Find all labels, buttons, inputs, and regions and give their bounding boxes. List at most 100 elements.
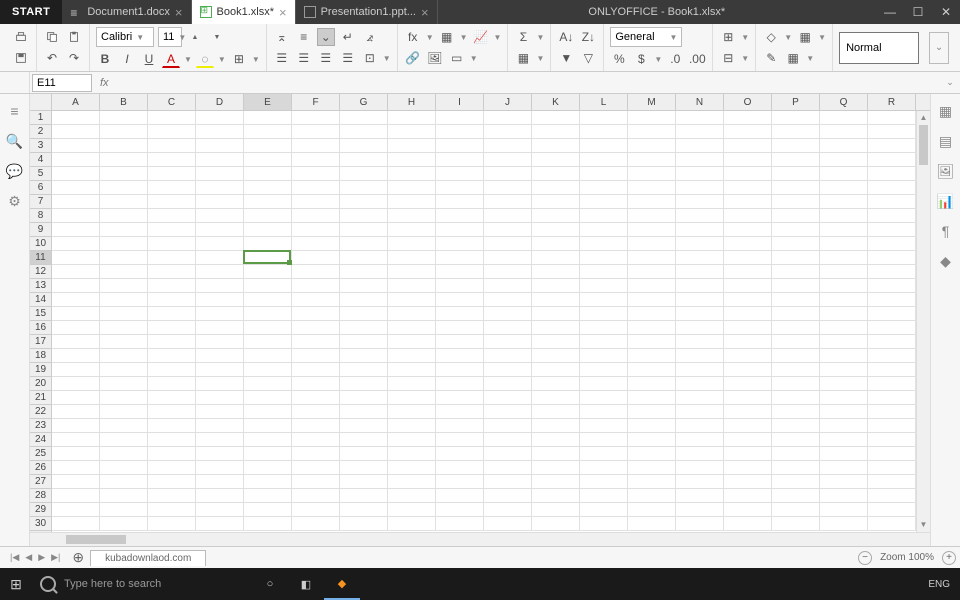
column-header[interactable]: D [196, 94, 244, 110]
first-sheet-button[interactable]: |◀ [10, 552, 19, 563]
format-table-button[interactable]: ▦ [784, 49, 802, 67]
font-name-selector[interactable]: Calibri▼ [96, 27, 154, 47]
column-header[interactable]: F [292, 94, 340, 110]
minimize-button[interactable]: — [876, 0, 904, 24]
tab-book1[interactable]: Book1.xlsx* × [192, 0, 296, 24]
column-header[interactable]: H [388, 94, 436, 110]
column-header[interactable]: C [148, 94, 196, 110]
align-center-button[interactable]: ☰ [295, 49, 313, 67]
clear-filter-button[interactable]: ▽ [579, 49, 597, 67]
format-button[interactable]: ▦ [796, 28, 814, 46]
last-sheet-button[interactable]: ▶| [51, 552, 60, 563]
borders-dropdown[interactable]: ▼ [252, 55, 260, 64]
row-header[interactable]: 11 [30, 251, 51, 265]
save-button[interactable] [12, 49, 30, 67]
shape-button[interactable]: ▭ [448, 49, 466, 67]
name-box[interactable]: E11 [32, 74, 92, 92]
wrap-text-button[interactable]: ↵ [339, 28, 357, 46]
search-icon[interactable]: 🔍 [6, 132, 24, 150]
cell-settings-button[interactable]: ✎ [762, 49, 780, 67]
column-header[interactable]: Q [820, 94, 868, 110]
row-header[interactable]: 28 [30, 489, 51, 503]
cell-style-selector[interactable]: Normal [839, 32, 919, 64]
close-icon[interactable]: × [279, 5, 287, 20]
column-header[interactable]: K [532, 94, 580, 110]
delete-cells-button[interactable]: ⊟ [719, 49, 737, 67]
start-tab[interactable]: START [0, 0, 62, 24]
image-button[interactable]: 🖼 [426, 49, 444, 67]
currency-button[interactable]: $ [632, 50, 650, 68]
row-header[interactable]: 18 [30, 349, 51, 363]
row-header[interactable]: 24 [30, 433, 51, 447]
scroll-thumb[interactable] [66, 535, 126, 544]
row-header[interactable]: 3 [30, 139, 51, 153]
column-header[interactable]: R [868, 94, 916, 110]
increase-font-button[interactable]: ▲ [186, 28, 204, 46]
row-header[interactable]: 8 [30, 209, 51, 223]
fill-color-button[interactable]: ◌ [196, 50, 214, 68]
row-header[interactable]: 21 [30, 391, 51, 405]
row-header[interactable]: 15 [30, 307, 51, 321]
decrease-font-button[interactable]: ▼ [208, 28, 226, 46]
zoom-in-button[interactable]: + [942, 551, 956, 565]
undo-button[interactable]: ↶ [43, 49, 61, 67]
column-header[interactable]: M [628, 94, 676, 110]
copy-button[interactable] [43, 28, 61, 46]
insert-function-button[interactable]: fx [404, 28, 422, 46]
column-header[interactable]: L [580, 94, 628, 110]
file-icon[interactable]: ≡ [6, 102, 24, 120]
add-sheet-button[interactable]: ⊕ [66, 549, 90, 566]
sheet-tab[interactable]: kubadownlaod.com [90, 550, 206, 566]
prev-sheet-button[interactable]: ◀ [25, 552, 32, 563]
align-top-button[interactable]: ⌅ [273, 28, 291, 46]
align-right-button[interactable]: ☰ [317, 49, 335, 67]
chart-button[interactable]: 📈 [472, 28, 490, 46]
comments-icon[interactable]: 💬 [6, 162, 24, 180]
taskbar-lang[interactable]: ENG [918, 579, 960, 590]
row-header[interactable]: 29 [30, 503, 51, 517]
column-header[interactable]: B [100, 94, 148, 110]
table-settings-icon[interactable]: ▤ [937, 132, 955, 150]
orientation-button[interactable]: ⦨ [361, 28, 379, 46]
column-header[interactable]: G [340, 94, 388, 110]
taskbar-search[interactable]: Type here to search [32, 576, 252, 592]
italic-button[interactable]: I [118, 50, 136, 68]
spreadsheet-grid[interactable]: ABCDEFGHIJKLMNOPQR 123456789101112131415… [30, 94, 930, 546]
row-header[interactable]: 7 [30, 195, 51, 209]
font-color-button[interactable]: A [162, 50, 180, 68]
align-middle-button[interactable]: ≡ [295, 28, 313, 46]
merge-button[interactable]: ⊡ [361, 49, 379, 67]
row-header[interactable]: 25 [30, 447, 51, 461]
font-size-selector[interactable]: 11▼ [158, 27, 182, 47]
borders-button[interactable]: ⊞ [230, 50, 248, 68]
font-color-dropdown[interactable]: ▼ [184, 55, 192, 64]
chart-settings-icon[interactable]: 📊 [937, 192, 955, 210]
sum-button[interactable]: Σ [514, 28, 532, 46]
table-button[interactable]: ▦ [514, 49, 532, 67]
column-header[interactable]: P [772, 94, 820, 110]
row-header[interactable]: 10 [30, 237, 51, 251]
column-header[interactable]: J [484, 94, 532, 110]
row-header[interactable]: 30 [30, 517, 51, 531]
plugin-icon[interactable]: ⚙ [6, 192, 24, 210]
tab-presentation1[interactable]: Presentation1.ppt... × [296, 0, 438, 24]
horizontal-scrollbar[interactable] [30, 532, 930, 546]
cell-settings-icon[interactable]: ▦ [937, 102, 955, 120]
merge-dropdown[interactable]: ▼ [383, 54, 391, 63]
shape-settings-icon[interactable]: ◆ [937, 252, 955, 270]
start-button[interactable]: ⊞ [0, 576, 32, 593]
paste-button[interactable] [65, 28, 83, 46]
clear-button[interactable]: ◇ [762, 28, 780, 46]
scroll-down-icon[interactable]: ▼ [917, 518, 930, 532]
row-header[interactable]: 27 [30, 475, 51, 489]
column-header[interactable]: N [676, 94, 724, 110]
fill-color-dropdown[interactable]: ▼ [218, 55, 226, 64]
percent-button[interactable]: % [610, 50, 628, 68]
image-settings-icon[interactable]: 🖼 [937, 162, 955, 180]
onlyoffice-taskbar-icon[interactable]: ◆ [324, 568, 360, 600]
zoom-out-button[interactable]: − [858, 551, 872, 565]
close-icon[interactable]: × [175, 5, 183, 20]
underline-button[interactable]: U [140, 50, 158, 68]
vertical-scrollbar[interactable]: ▲ ▼ [916, 111, 930, 532]
row-header[interactable]: 23 [30, 419, 51, 433]
